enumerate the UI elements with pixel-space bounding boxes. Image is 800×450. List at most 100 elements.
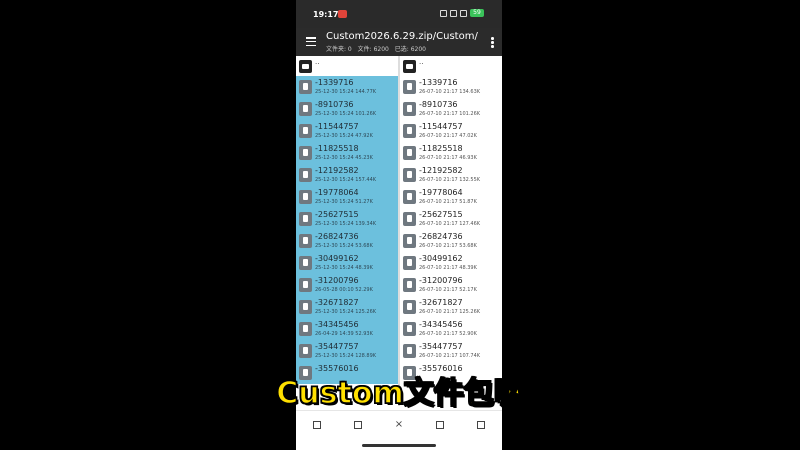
wifi-icon — [460, 9, 467, 17]
path-summary: 文件夹: 0 文件: 6200 已选: 6200 — [326, 44, 430, 53]
copy-icon — [353, 420, 362, 429]
file-meta: 25-12-30 15:24 125.26K — [315, 309, 377, 315]
file-meta: 25-12-30 15:24 157.44K — [315, 177, 377, 183]
left-file-pane[interactable]: .. -1339716 25-12-30 15:24 144.77K -891073… — [296, 56, 399, 406]
list-item[interactable]: -34345456 26-04-29 14:39 52.93K — [296, 318, 399, 340]
file-icon — [403, 190, 416, 204]
file-name: -34345456 — [419, 320, 463, 329]
file-name: -11825518 — [419, 144, 463, 153]
list-item[interactable]: -11825518 25-12-30 15:24 45.23K — [296, 142, 399, 164]
file-meta: 26-07-10 21:17 53.68K — [419, 243, 477, 249]
list-item[interactable]: -35447757 25-12-30 15:24 128.89K — [296, 340, 399, 362]
video-frame: 19:17 59 Custom2026.6.29.zip/Custom/ 文件夹… — [0, 0, 800, 450]
file-icon — [403, 146, 416, 160]
file-icon — [403, 300, 416, 314]
list-item[interactable]: -34345456 26-07-10 21:17 52.90K — [400, 318, 502, 340]
file-meta: 26-07-10 21:17 48.39K — [419, 265, 477, 271]
list-item[interactable]: -25627515 26-07-10 21:17 127.46K — [400, 208, 502, 230]
list-item[interactable]: -25627515 25-12-30 15:24 139.34K — [296, 208, 399, 230]
status-icons: 59 — [440, 9, 484, 17]
file-name: -25627515 — [419, 210, 463, 219]
file-meta: 26-07-10 21:17 134.63K — [419, 89, 481, 95]
file-name: -35447757 — [315, 342, 359, 351]
mute-icon — [440, 9, 447, 17]
list-item[interactable]: -11825518 26-07-10 21:17 46.93K — [400, 142, 502, 164]
list-item[interactable]: -1339716 26-07-10 21:17 134.63K — [400, 76, 502, 98]
list-item[interactable]: -26824736 26-07-10 21:17 53.68K — [400, 230, 502, 252]
right-file-pane[interactable]: .. -1339716 26-07-10 21:17 134.63K -891073… — [400, 56, 502, 406]
list-item[interactable]: -35447757 26-07-10 21:17 107.74K — [400, 340, 502, 362]
file-icon — [403, 256, 416, 270]
file-icon — [403, 344, 416, 358]
file-name: -19778064 — [315, 188, 359, 197]
selected-count: 已选: 6200 — [394, 46, 426, 53]
list-item[interactable]: -1339716 25-12-30 15:24 144.77K — [296, 76, 399, 98]
file-name: -12192582 — [419, 166, 463, 175]
list-item[interactable]: -31200796 26-05-28 00:10 52.29K — [296, 274, 399, 296]
list-item[interactable]: -12192582 25-12-30 15:24 157.44K — [296, 164, 399, 186]
list-item[interactable]: -11544757 26-07-10 21:17 47.02K — [400, 120, 502, 142]
file-icon — [403, 102, 416, 116]
list-item[interactable]: -19778064 26-07-10 21:17 51.87K — [400, 186, 502, 208]
parent-dir-row[interactable]: .. — [296, 56, 399, 76]
status-bar: 19:17 59 — [296, 0, 502, 28]
status-time: 19:17 — [313, 10, 339, 19]
menu-icon[interactable] — [306, 37, 316, 47]
list-item[interactable]: -11544757 25-12-30 15:24 47.92K — [296, 120, 399, 142]
parent-dir-label: .. — [419, 58, 424, 66]
parent-dir-row[interactable]: .. — [400, 56, 502, 76]
list-item[interactable]: -8910736 25-12-30 15:24 101.26K — [296, 98, 399, 120]
file-meta: 25-12-30 15:24 47.92K — [315, 133, 373, 139]
more-options-icon[interactable] — [491, 37, 494, 49]
list-item[interactable]: -32671827 25-12-30 15:24 125.26K — [296, 296, 399, 318]
list-item[interactable]: -32671827 26-07-10 21:17 125.26K — [400, 296, 502, 318]
file-meta: 26-07-10 21:17 46.93K — [419, 155, 477, 161]
file-icon — [299, 256, 312, 270]
file-icon — [403, 168, 416, 182]
file-icon — [299, 278, 312, 292]
file-icon — [403, 278, 416, 292]
file-icon — [299, 300, 312, 314]
file-name: -32671827 — [315, 298, 359, 307]
file-name: -26824736 — [315, 232, 359, 241]
list-item[interactable]: -30499162 25-12-30 15:24 48.39K — [296, 252, 399, 274]
file-name: -31200796 — [419, 276, 463, 285]
file-meta: 26-07-10 21:17 125.26K — [419, 309, 481, 315]
select-all-icon — [312, 420, 321, 429]
file-icon — [299, 344, 312, 358]
list-item[interactable]: -12192582 26-07-10 21:17 132.55K — [400, 164, 502, 186]
video-caption: Custom文件包嘛 — [276, 375, 525, 412]
file-icon — [403, 80, 416, 94]
list-item[interactable]: -31200796 26-07-10 21:17 52.17K — [400, 274, 502, 296]
file-icon — [299, 212, 312, 226]
file-icon — [403, 212, 416, 226]
list-button[interactable] — [473, 417, 489, 433]
notification-icon — [338, 10, 347, 18]
file-name: -26824736 — [419, 232, 463, 241]
file-meta: 25-12-30 15:24 101.26K — [315, 111, 377, 117]
close-button[interactable]: × — [391, 417, 407, 433]
file-icon — [299, 146, 312, 160]
list-item[interactable]: -19778064 25-12-30 15:24 51.27K — [296, 186, 399, 208]
list-item[interactable]: -26824736 25-12-30 15:24 53.68K — [296, 230, 399, 252]
parent-dir-label: .. — [315, 58, 320, 66]
compare-button[interactable] — [432, 417, 448, 433]
file-meta: 26-07-10 21:17 51.87K — [419, 199, 477, 205]
file-icon — [403, 234, 416, 248]
bottom-toolbar: × — [296, 410, 502, 438]
file-icon — [403, 322, 416, 336]
file-meta: 26-07-10 21:17 107.74K — [419, 353, 481, 359]
list-item[interactable]: -30499162 26-07-10 21:17 48.39K — [400, 252, 502, 274]
file-meta: 25-12-30 15:24 45.23K — [315, 155, 373, 161]
file-icon — [299, 124, 312, 138]
file-name: -32671827 — [419, 298, 463, 307]
file-name: -30499162 — [315, 254, 359, 263]
home-indicator[interactable] — [362, 444, 436, 447]
copy-button[interactable] — [350, 417, 366, 433]
list-item[interactable]: -8910736 26-07-10 21:17 101.26K — [400, 98, 502, 120]
file-icon — [299, 80, 312, 94]
file-list: -1339716 26-07-10 21:17 134.63K -8910736 26… — [400, 76, 502, 384]
file-icon — [403, 124, 416, 138]
file-name: -8910736 — [419, 100, 458, 109]
select-all-button[interactable] — [309, 417, 325, 433]
